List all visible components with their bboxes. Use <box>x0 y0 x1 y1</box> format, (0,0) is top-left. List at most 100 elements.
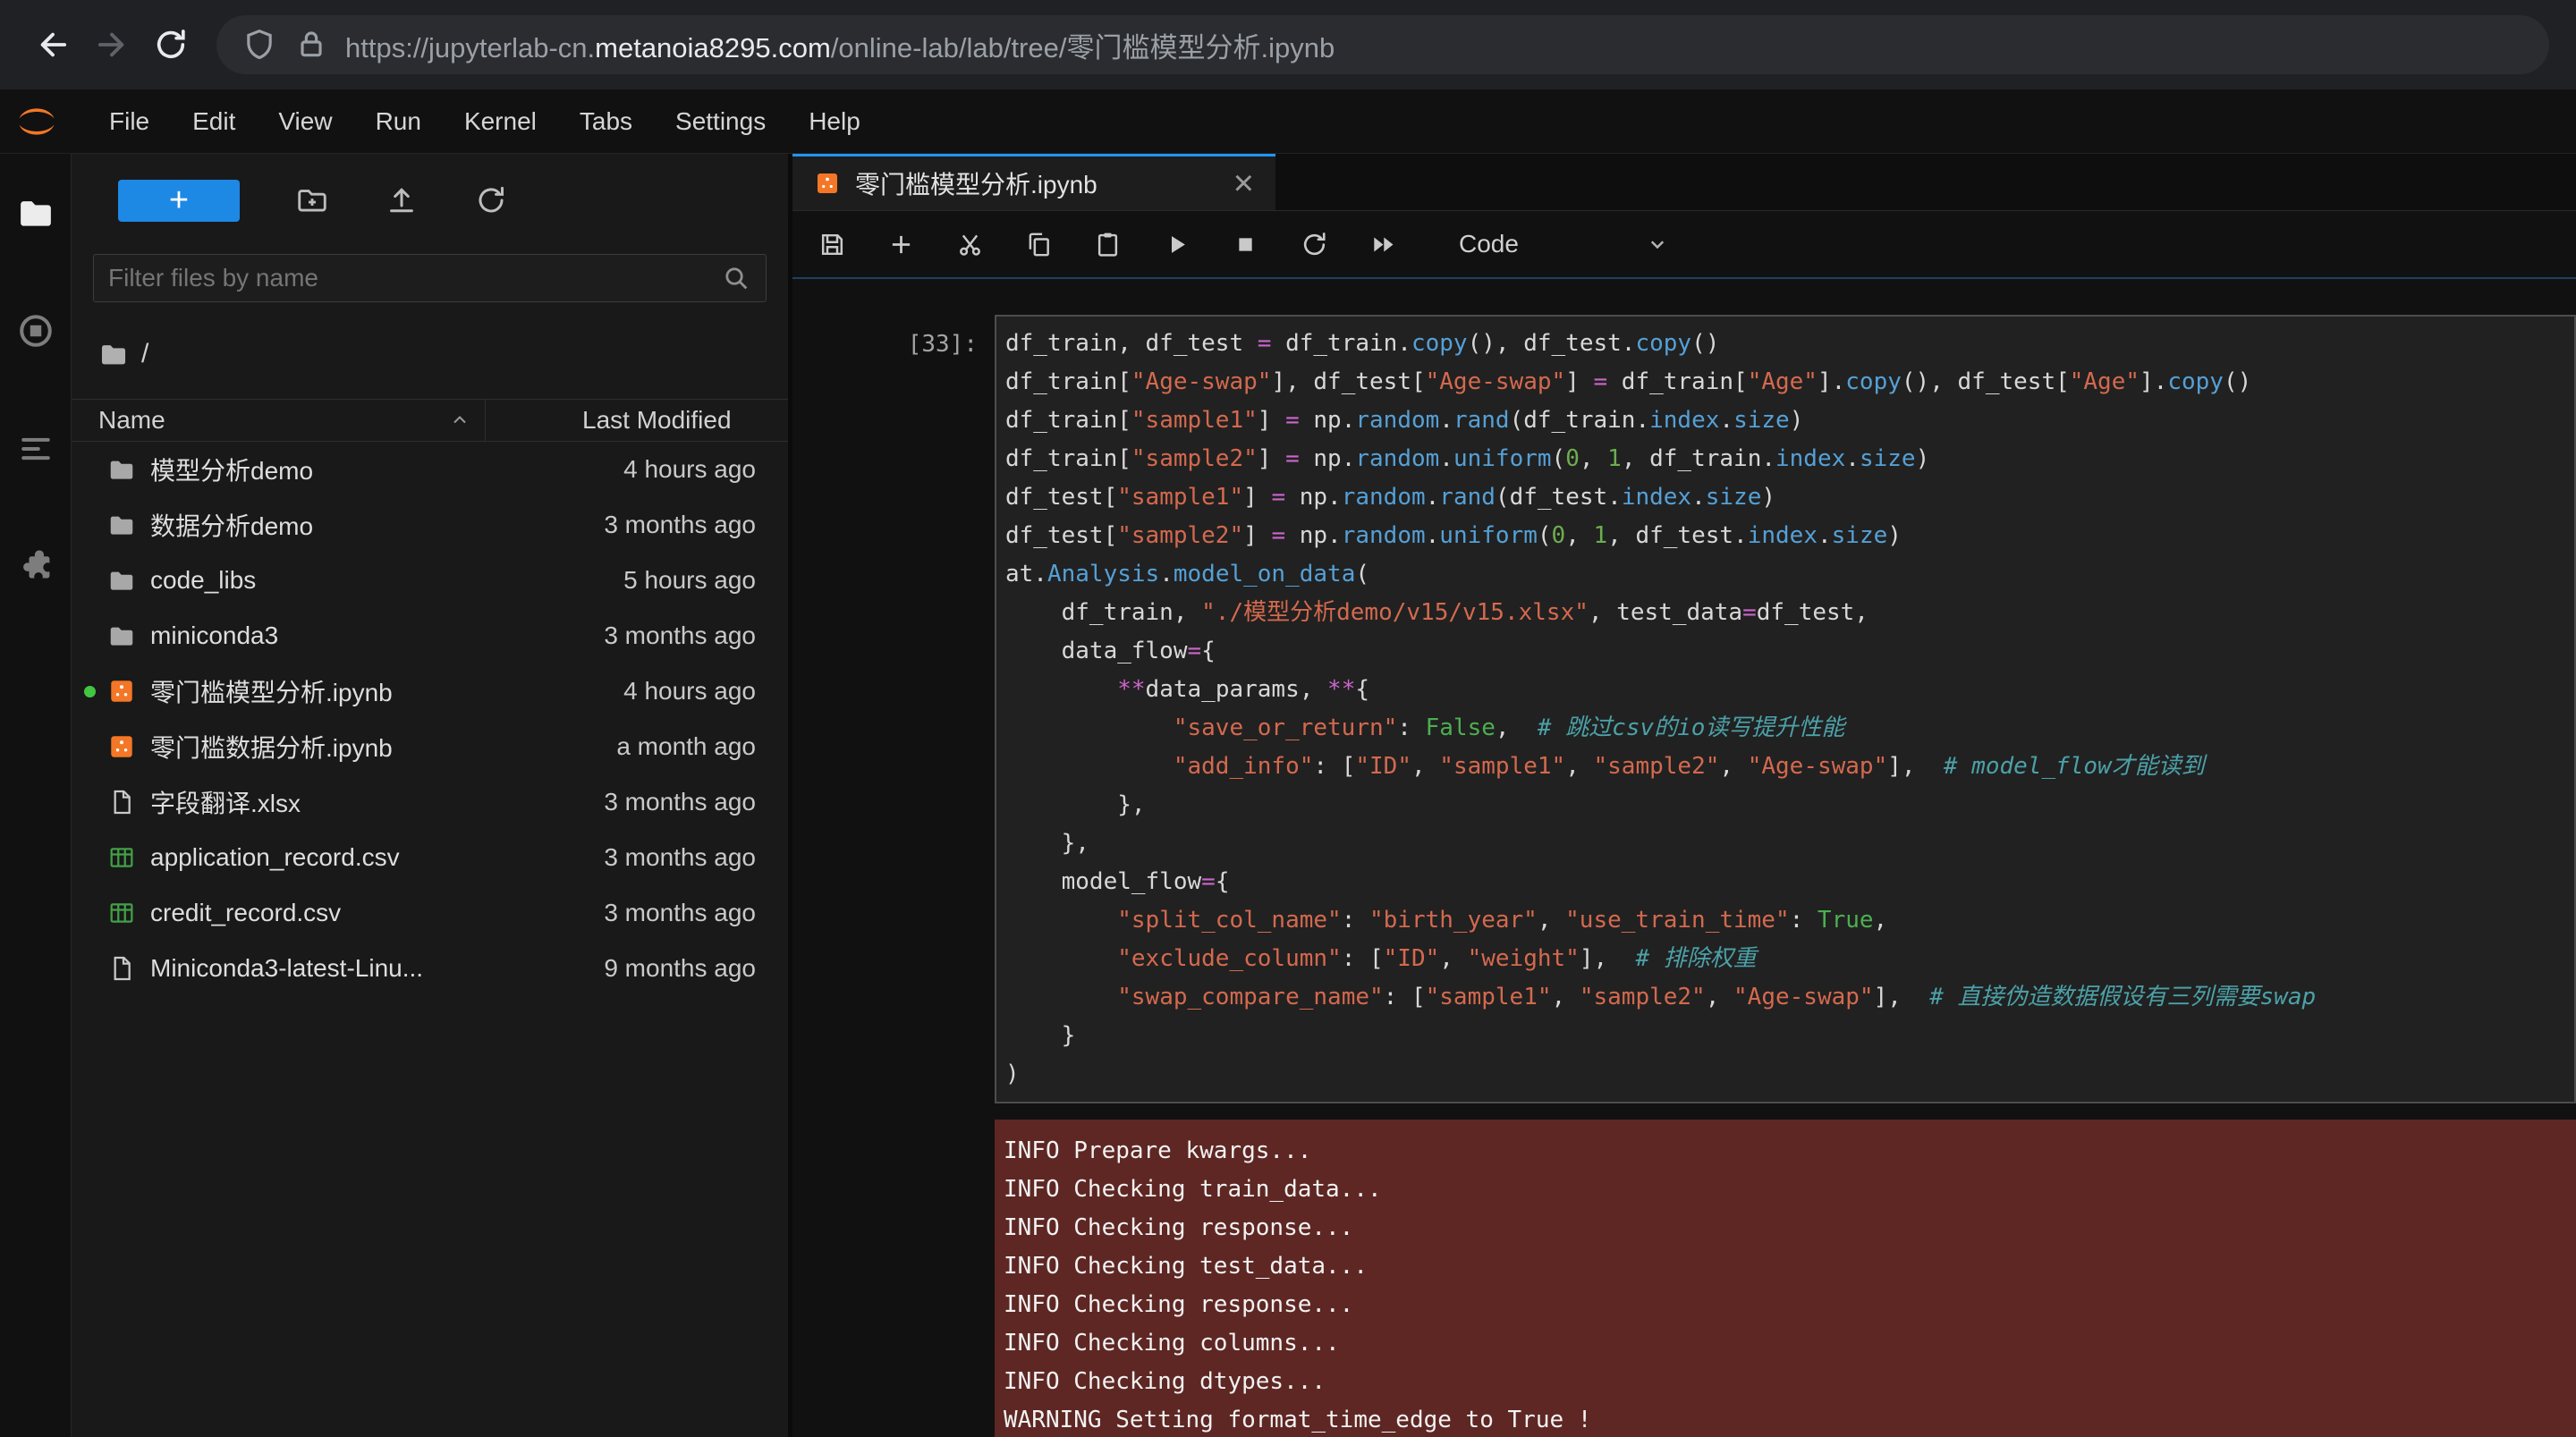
file-modified: 4 hours ago <box>623 677 788 706</box>
csv-icon <box>107 843 136 872</box>
cut-cells-button[interactable] <box>955 230 985 259</box>
url-path: /online-lab/lab/tree/零门槛模型分析.ipynb <box>831 32 1335 63</box>
interrupt-kernel-button[interactable] <box>1231 230 1260 259</box>
restart-icon <box>1300 230 1329 259</box>
file-row[interactable]: 数据分析demo 3 months ago <box>72 497 788 553</box>
add-cell-button[interactable] <box>886 230 916 259</box>
file-row[interactable]: credit_record.csv3 months ago <box>72 885 788 941</box>
output-line: INFO Checking response... <box>1004 1209 2567 1247</box>
filter-files-input[interactable] <box>108 264 721 292</box>
sidebar-item-table-of-contents[interactable] <box>16 429 55 469</box>
folder-icon <box>107 621 136 650</box>
menu-item-view[interactable]: View <box>257 89 353 153</box>
paste-icon <box>1093 230 1123 259</box>
file-row[interactable]: 零门槛模型分析.ipynb4 hours ago <box>72 664 788 719</box>
browser-back-button[interactable] <box>23 15 82 74</box>
cell-type-value: Code <box>1459 230 1519 258</box>
breadcrumb[interactable]: / <box>98 336 788 372</box>
run-dot-placeholder <box>84 962 107 975</box>
file-row[interactable]: code_libs5 hours ago <box>72 553 788 608</box>
file-list-header: Name Last Modified <box>72 399 788 442</box>
copy-icon <box>1024 230 1054 259</box>
new-launcher-button[interactable]: + <box>118 180 240 222</box>
notebook-content[interactable]: [33]: df_train, df_test = df_train.copy(… <box>792 279 2576 1437</box>
tab-title: 零门槛模型分析.ipynb <box>855 165 1097 201</box>
file-modified: 3 months ago <box>604 621 788 650</box>
notebook-icon <box>107 677 136 706</box>
file-row[interactable]: miniconda33 months ago <box>72 608 788 664</box>
url-text: https://jupyterlab-cn.metanoia8295.com/o… <box>345 25 1335 65</box>
file-name: 数据分析demo <box>150 507 313 543</box>
file-row[interactable]: Miniconda3-latest-Linu...9 months ago <box>72 941 788 996</box>
menu-item-file[interactable]: File <box>88 89 171 153</box>
url-scheme: https://jupyterlab-cn. <box>345 32 595 63</box>
lock-icon[interactable] <box>293 27 329 63</box>
new-folder-button[interactable] <box>295 183 329 217</box>
back-icon <box>34 26 72 63</box>
file-modified: 4 hours ago <box>623 455 788 484</box>
menu-item-settings[interactable]: Settings <box>654 89 787 153</box>
code-line: df_test["sample1"] = np.random.rand(df_t… <box>1005 478 2565 517</box>
column-name-label: Name <box>98 406 165 435</box>
tab-notebook[interactable]: 零门槛模型分析.ipynb × <box>792 154 1275 210</box>
browser-toolbar: https://jupyterlab-cn.metanoia8295.com/o… <box>0 0 2576 89</box>
main-area: 零门槛模型分析.ipynb × <box>792 154 2576 1437</box>
copy-cells-button[interactable] <box>1024 230 1054 259</box>
notebook-toolbar: Code <box>792 211 2576 279</box>
sidebar-item-running-kernels[interactable] <box>16 311 55 351</box>
restart-kernel-button[interactable] <box>1300 230 1329 259</box>
menu-item-help[interactable]: Help <box>787 89 882 153</box>
stop-icon <box>1231 230 1260 259</box>
close-icon[interactable]: × <box>1212 165 1254 201</box>
home-folder-icon[interactable] <box>98 339 129 369</box>
code-editor-content: df_train, df_test = df_train.copy(), df_… <box>1005 325 2565 1094</box>
restart-run-all-button[interactable] <box>1368 230 1398 259</box>
folder-icon <box>107 566 136 595</box>
column-header-name[interactable]: Name <box>72 400 485 441</box>
sidebar-item-extensions[interactable] <box>16 547 55 587</box>
code-line: "split_col_name": "birth_year", "use_tra… <box>1005 901 2565 940</box>
column-header-last-modified[interactable]: Last Modified <box>485 400 788 441</box>
run-dot-placeholder <box>84 463 107 476</box>
code-editor[interactable]: df_train, df_test = df_train.copy(), df_… <box>995 315 2576 1103</box>
browser-forward-button[interactable] <box>82 15 141 74</box>
code-cell: [33]: df_train, df_test = df_train.copy(… <box>792 315 2576 1103</box>
upload-button[interactable] <box>385 183 419 217</box>
code-line: data_flow={ <box>1005 632 2565 671</box>
cell-type-dropdown[interactable]: Code <box>1459 230 1671 258</box>
run-dot-placeholder <box>84 574 107 587</box>
new-folder-icon <box>295 183 329 217</box>
run-dot-placeholder <box>84 630 107 642</box>
file-row[interactable]: 字段翻译.xlsx3 months ago <box>72 774 788 830</box>
folder-icon <box>107 455 136 484</box>
running-kernels-icon <box>16 311 55 351</box>
code-line: model_flow={ <box>1005 863 2565 901</box>
output-line: WARNING Setting format_time_edge to True… <box>1004 1401 2567 1437</box>
file-row[interactable]: 零门槛数据分析.ipynba month ago <box>72 719 788 774</box>
sidebar-item-file-browser[interactable] <box>16 193 55 232</box>
filter-files-box[interactable] <box>93 254 767 302</box>
save-button[interactable] <box>818 230 847 259</box>
file-name: credit_record.csv <box>150 899 341 927</box>
file-modified: 3 months ago <box>604 511 788 539</box>
menu-item-run[interactable]: Run <box>354 89 443 153</box>
menu-item-kernel[interactable]: Kernel <box>443 89 558 153</box>
add-cell-icon <box>886 230 916 259</box>
cell-output-area: INFO Prepare kwargs...INFO Checking trai… <box>792 1120 2576 1437</box>
url-bar[interactable]: https://jupyterlab-cn.metanoia8295.com/o… <box>216 15 2549 74</box>
code-line: df_train, df_test = df_train.copy(), df_… <box>1005 325 2565 363</box>
shield-icon[interactable] <box>242 27 277 63</box>
refresh-file-list-button[interactable] <box>474 183 508 217</box>
menu-item-edit[interactable]: Edit <box>171 89 257 153</box>
breadcrumb-root[interactable]: / <box>141 339 148 369</box>
run-cell-button[interactable] <box>1162 230 1191 259</box>
menu-item-tabs[interactable]: Tabs <box>558 89 654 153</box>
paste-cells-button[interactable] <box>1093 230 1123 259</box>
file-row[interactable]: 模型分析demo4 hours ago <box>72 442 788 497</box>
sort-ascending-icon <box>449 410 470 431</box>
extensions-icon <box>16 547 55 587</box>
browser-reload-button[interactable] <box>141 15 200 74</box>
file-row[interactable]: application_record.csv3 months ago <box>72 830 788 885</box>
refresh-icon <box>474 183 508 217</box>
file-list: 模型分析demo4 hours ago 数据分析demo 3 months ago c… <box>72 442 788 1437</box>
